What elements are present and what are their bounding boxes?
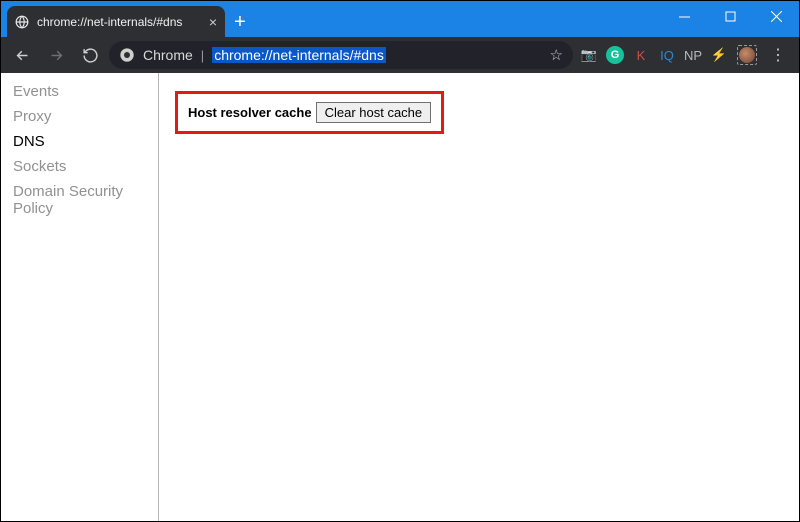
- new-tab-button[interactable]: +: [225, 7, 255, 37]
- sidebar-item-events[interactable]: Events: [1, 79, 158, 104]
- forward-button[interactable]: [41, 40, 71, 70]
- chrome-icon: [119, 47, 135, 63]
- section-label: Host resolver cache: [188, 105, 312, 120]
- browser-tab[interactable]: chrome://net-internals/#dns ×: [7, 6, 225, 37]
- k-ext[interactable]: K: [629, 43, 653, 67]
- window-minimize-button[interactable]: [661, 1, 707, 31]
- back-button[interactable]: [7, 40, 37, 70]
- sidebar-item-dns[interactable]: DNS: [1, 129, 158, 154]
- browser-menu-button[interactable]: ⋮: [763, 40, 793, 70]
- main-panel: Host resolver cache Clear host cache: [159, 73, 799, 521]
- grammarly-ext[interactable]: G: [603, 43, 627, 67]
- clear-host-cache-button[interactable]: Clear host cache: [316, 102, 432, 123]
- highlight-box: Host resolver cache Clear host cache: [175, 91, 444, 134]
- sidebar-item-proxy[interactable]: Proxy: [1, 104, 158, 129]
- close-tab-icon[interactable]: ×: [209, 15, 217, 29]
- window-maximize-button[interactable]: [707, 1, 753, 31]
- iq-ext[interactable]: IQ: [655, 43, 679, 67]
- camera-ext[interactable]: 📷: [577, 43, 601, 67]
- page-content: EventsProxyDNSSocketsDomain Security Pol…: [1, 73, 799, 521]
- browser-toolbar: Chrome | chrome://net-internals/#dns ☆ 📷…: [1, 37, 799, 73]
- sidebar-item-domain-security-policy[interactable]: Domain Security Policy: [1, 179, 158, 221]
- window-close-button[interactable]: [753, 1, 799, 31]
- extension-tray: 📷GKIQNP⚡: [577, 43, 731, 67]
- window-titurlebar: chrome://net-internals/#dns × +: [1, 1, 799, 37]
- sidebar-item-sockets[interactable]: Sockets: [1, 154, 158, 179]
- url-text: chrome://net-internals/#dns: [212, 47, 386, 63]
- profile-avatar[interactable]: [735, 43, 759, 67]
- address-bar[interactable]: Chrome | chrome://net-internals/#dns ☆: [109, 41, 573, 69]
- bolt-ext[interactable]: ⚡: [707, 43, 731, 67]
- bookmark-star-icon[interactable]: ☆: [550, 46, 563, 64]
- origin-label: Chrome: [143, 47, 193, 63]
- window-controls: [661, 1, 799, 31]
- tab-title: chrome://net-internals/#dns: [37, 15, 201, 29]
- np-ext[interactable]: NP: [681, 43, 705, 67]
- globe-icon: [15, 15, 29, 29]
- sidebar-nav: EventsProxyDNSSocketsDomain Security Pol…: [1, 73, 159, 521]
- origin-separator: |: [201, 48, 204, 63]
- reload-button[interactable]: [75, 40, 105, 70]
